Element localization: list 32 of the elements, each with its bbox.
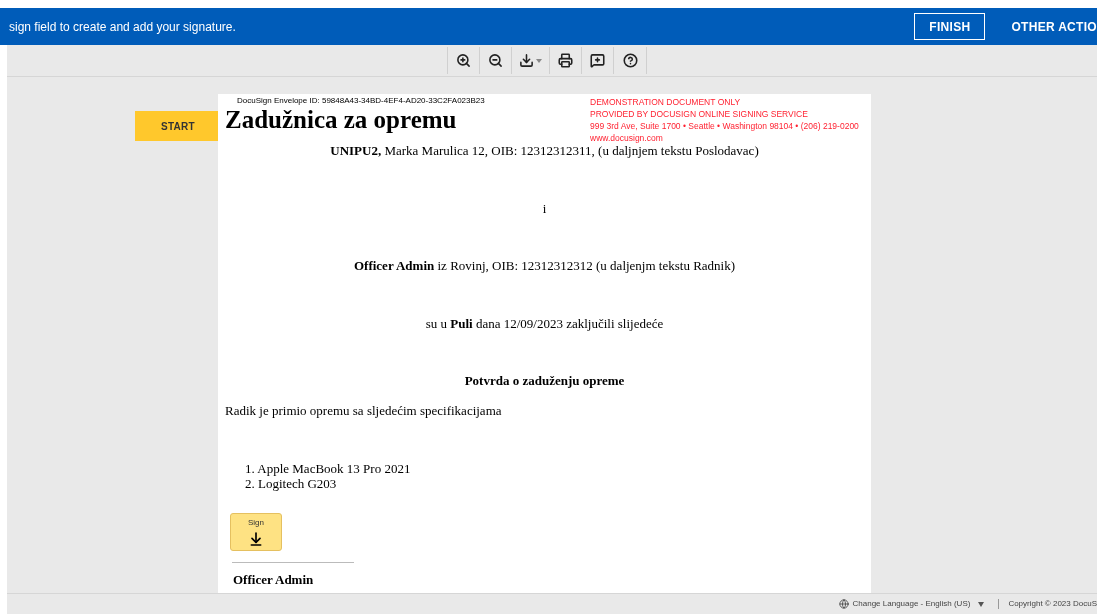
- section-heading: Potvrda o zaduženju opreme: [463, 372, 626, 390]
- comment-icon: [590, 53, 605, 68]
- copyright-text: Copyright © 2023 DocuS: [1008, 598, 1097, 610]
- paragraph: i: [541, 199, 548, 218]
- document-title: Zadužnica za opremu: [225, 107, 457, 133]
- envelope-id: DocuSign Envelope ID: 59848A43-34BD-4EF4-AD20-33C2FA023B23: [236, 96, 486, 106]
- download-arrow-icon: [248, 531, 264, 547]
- other-actions-button[interactable]: OTHER ACTIO: [1011, 17, 1097, 36]
- banner-message: sign field to create and add your signature.: [9, 18, 237, 36]
- sign-field[interactable]: Sign: [230, 513, 282, 551]
- list-item: 1. Apple MacBook 13 Pro 2021: [245, 461, 412, 476]
- demo-notice-line: 999 3rd Ave, Suite 1700 • Seattle • Washington 98104 • (206) 219-0200: [590, 120, 859, 132]
- help-icon: [622, 53, 638, 68]
- caret-icon: [978, 601, 985, 607]
- zoom-in-icon: [456, 53, 471, 68]
- list-item: 2. Logitech G203: [245, 476, 338, 491]
- zoom-out-icon: [488, 53, 503, 68]
- signer-name: Officer Admin: [233, 571, 315, 589]
- start-button[interactable]: START: [135, 111, 221, 141]
- change-language-link[interactable]: Change Language - English (US): [852, 598, 971, 610]
- paragraph: su u Puli dana 12/09/2023 zaključili slijedeće: [424, 314, 665, 333]
- globe-icon: [838, 599, 849, 609]
- demo-notice-line: DEMONSTRATION DOCUMENT ONLY: [590, 96, 742, 108]
- paragraph: Officer Admin iz Rovinj, OIB: 12312312312 (u daljenjm tekstu Radnik): [352, 257, 737, 275]
- demo-notice-line: PROVIDED BY DOCUSIGN ONLINE SIGNING SERVICE: [590, 108, 809, 120]
- download-icon: [519, 53, 534, 68]
- demo-notice-line: www.docusign.com: [590, 132, 664, 144]
- paragraph: UNIPU2, Marka Marulica 12, OIB: 12312312311, (u daljnjem tekstu Poslodavac): [329, 143, 760, 160]
- paragraph: Radik je primio opremu sa sljedećim specifikacijama: [225, 401, 503, 420]
- print-icon: [558, 53, 573, 68]
- finish-button[interactable]: FINISH: [914, 13, 986, 40]
- caret-icon: [536, 58, 542, 63]
